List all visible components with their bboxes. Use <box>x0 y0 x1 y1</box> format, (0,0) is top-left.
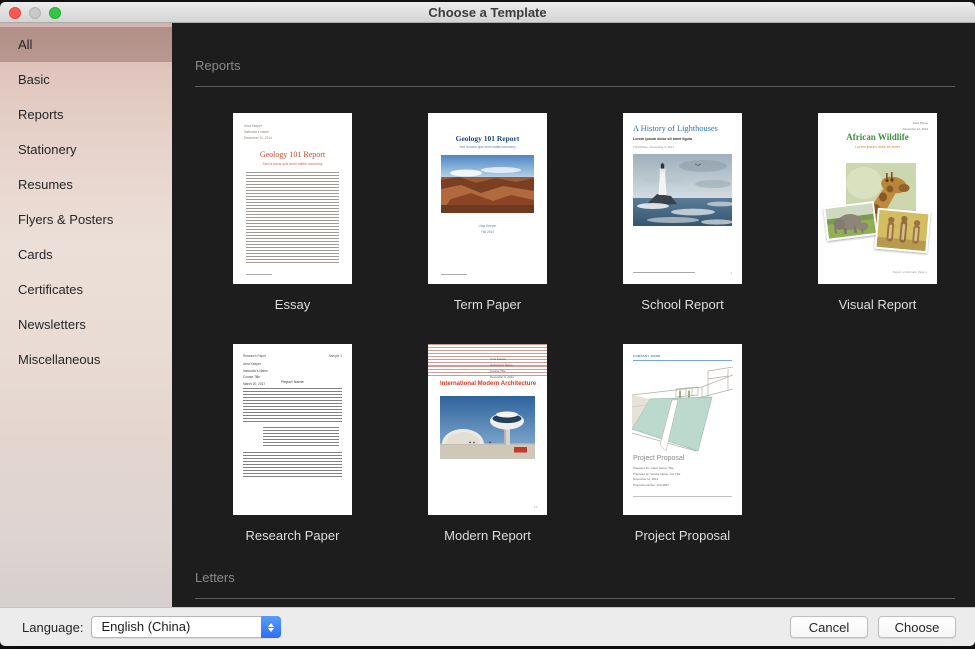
sidebar-item-reports[interactable]: Reports <box>0 97 172 132</box>
template-essay[interactable]: Uma Keeper Instructor's Name December 11… <box>195 113 390 312</box>
thumb-meta-text: Third Place - December 9, 2014 <box>633 145 674 151</box>
template-name: Project Proposal <box>635 528 730 543</box>
template-name: Essay <box>275 297 310 312</box>
thumb-title-text: Geology 101 Report <box>233 150 352 159</box>
sidebar-item-resumes[interactable]: Resumes <box>0 167 172 202</box>
thumb-meta-text: Uma Keeper Instructor's Name Course Titl… <box>490 356 536 380</box>
thumb-title-text: A History of Lighthouses <box>633 124 718 133</box>
template-name: School Report <box>641 297 723 312</box>
title-bar[interactable]: Choose a Template <box>0 2 975 23</box>
thumb-meta-text: Prepared for: Client Name, Title Prepare… <box>633 466 680 488</box>
template-term-paper[interactable]: Geology 101 Report Sed ut lacus quis eni… <box>390 113 585 312</box>
template-visual-report-thumbnail: Nora Plume December 12, 2014 African Wil… <box>818 113 937 284</box>
thumb-body-text <box>246 172 339 265</box>
thumb-subtitle-text: Sed ut lacus quis enim mattis nonummy <box>233 162 352 166</box>
template-name: Term Paper <box>454 297 521 312</box>
thumb-footer-rule <box>633 496 732 497</box>
thumb-footer-rule <box>633 272 695 273</box>
section-divider <box>195 86 955 87</box>
sidebar-item-basic[interactable]: Basic <box>0 62 172 97</box>
thumb-body-text <box>243 452 342 478</box>
language-select[interactable]: English (China) <box>91 616 281 638</box>
thumb-subtitle-text: Lorem ipsum dolor sit amet ligula <box>633 137 692 141</box>
template-project-proposal[interactable]: COMPANY NAME <box>585 344 780 543</box>
sidebar-item-all[interactable]: All <box>0 27 172 62</box>
template-name: Research Paper <box>246 528 340 543</box>
template-school-report-thumbnail: A History of Lighthouses Lorem ipsum dol… <box>623 113 742 284</box>
template-name: Modern Report <box>444 528 531 543</box>
template-modern-report-thumbnail: Uma Keeper Instructor's Name Course Titl… <box>428 344 547 515</box>
thumb-title-text: Project Proposal <box>633 455 684 462</box>
choose-template-dialog: Choose a Template All Basic Reports Stat… <box>0 2 975 646</box>
thumb-title-text: African Wildlife <box>818 132 937 142</box>
dialog-footer: Language: English (China) Cancel Choose <box>0 607 975 646</box>
thumb-header-right: Sample 1 <box>329 353 342 359</box>
sidebar-item-miscellaneous[interactable]: Miscellaneous <box>0 342 172 377</box>
elephant-photo <box>823 201 878 241</box>
choose-button[interactable]: Choose <box>878 616 956 638</box>
thumb-meta-text: Uma Keeper Instructor's Name December 11… <box>244 123 272 141</box>
section-divider <box>195 598 955 599</box>
thumb-header-rule <box>633 360 732 361</box>
template-research-paper[interactable]: Research Paper Sample 1 Uma Keeper Instr… <box>195 344 390 543</box>
template-name: Visual Report <box>839 297 917 312</box>
section-header-reports: Reports <box>195 58 955 73</box>
template-research-paper-thumbnail: Research Paper Sample 1 Uma Keeper Instr… <box>233 344 352 515</box>
architecture-sketch <box>632 367 733 452</box>
thumb-title-text: International Modern Architecture <box>440 381 536 387</box>
thumb-quote-text <box>263 427 339 448</box>
thumb-meta-text: Nora Plume December 12, 2014 <box>903 121 928 132</box>
template-project-proposal-thumbnail: COMPANY NAME <box>623 344 742 515</box>
thumb-body-text <box>243 388 342 423</box>
window-title: Choose a Template <box>0 5 975 20</box>
thumb-subtitle-text: Sed ut lacus quis enim mattis nonummy <box>428 145 547 149</box>
sidebar-item-stationery[interactable]: Stationery <box>0 132 172 167</box>
meerkats-photo <box>874 208 930 253</box>
language-label: Language: <box>22 620 83 635</box>
template-term-paper-thumbnail: Geology 101 Report Sed ut lacus quis eni… <box>428 113 547 284</box>
sidebar-item-cards[interactable]: Cards <box>0 237 172 272</box>
template-gallery[interactable]: Reports Uma Keeper Instructor's Name Dec… <box>172 23 975 607</box>
section-header-letters: Letters <box>195 570 955 585</box>
thumb-title-text: Report Name <box>233 380 352 384</box>
thumb-footer-rule <box>246 274 272 275</box>
cancel-button[interactable]: Cancel <box>790 616 868 638</box>
thumb-subtitle-text: Lorem ipsum dolor sit amet <box>818 145 937 149</box>
chevron-up-icon <box>268 623 274 627</box>
category-sidebar: All Basic Reports Stationery Resumes Fly… <box>0 23 172 607</box>
template-school-report[interactable]: A History of Lighthouses Lorem ipsum dol… <box>585 113 780 312</box>
chevron-down-icon <box>268 628 274 632</box>
stepper-icon <box>261 616 281 638</box>
thumb-page-number: 11 <box>534 505 537 509</box>
sidebar-item-certificates[interactable]: Certificates <box>0 272 172 307</box>
thumb-meta-text: Uma Keeper Fall 2014 <box>428 223 547 235</box>
lighthouse-photo <box>633 154 732 226</box>
template-modern-report[interactable]: Uma Keeper Instructor's Name Course Titl… <box>390 344 585 543</box>
thumb-header-text: COMPANY NAME <box>633 354 660 360</box>
canyon-photo <box>441 155 534 213</box>
thumb-footer-text: Report on Animals, Page 1 <box>893 270 927 274</box>
modern-building-photo <box>440 396 535 459</box>
thumb-header-left: Research Paper <box>243 353 266 359</box>
thumb-title-text: Geology 101 Report <box>428 134 547 143</box>
sidebar-item-newsletters[interactable]: Newsletters <box>0 307 172 342</box>
template-essay-thumbnail: Uma Keeper Instructor's Name December 11… <box>233 113 352 284</box>
sidebar-item-flyers-posters[interactable]: Flyers & Posters <box>0 202 172 237</box>
thumb-footer-rule <box>441 274 467 275</box>
thumb-page-number: 1 <box>730 271 732 275</box>
template-visual-report[interactable]: Nora Plume December 12, 2014 African Wil… <box>780 113 975 312</box>
template-grid: Uma Keeper Instructor's Name December 11… <box>195 113 955 543</box>
language-selected-value: English (China) <box>101 619 190 634</box>
